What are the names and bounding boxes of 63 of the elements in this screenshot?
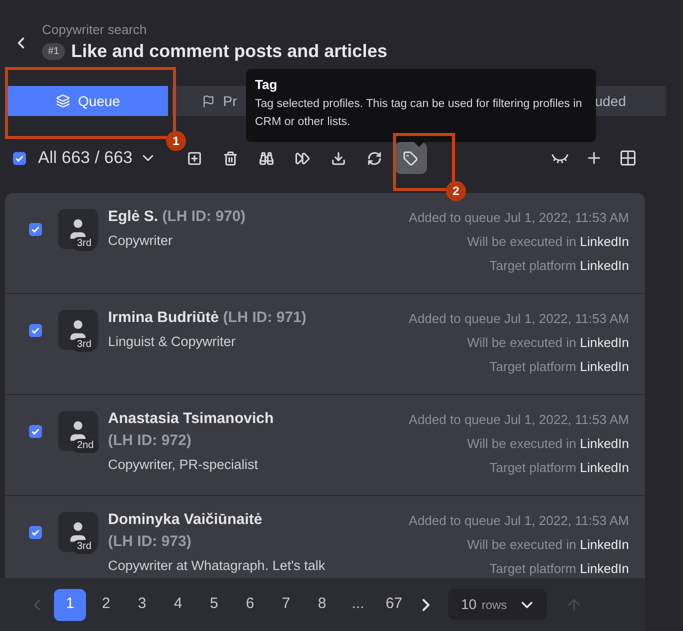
profile-name: Anastasia Tsimanovich (LH ID: 972) — [108, 409, 275, 451]
page-button[interactable]: 67 — [378, 588, 410, 620]
degree-badge: 3rd — [72, 540, 96, 554]
added-date: Added to queue Jul 1, 2022, 11:53 AM — [408, 310, 629, 328]
profile-name: Dominyka Vaičiūnaitė (LH ID: 973) — [108, 510, 264, 552]
profile-name: Irmina Budriūtė (LH ID: 971) — [108, 308, 308, 328]
page-button[interactable]: 8 — [306, 588, 338, 620]
add-icon — [187, 150, 202, 166]
page-button[interactable]: 6 — [234, 588, 266, 620]
selection-dropdown[interactable]: All 663 / 663 — [38, 145, 157, 171]
degree-badge: 2nd — [72, 439, 99, 453]
page-button[interactable]: ... — [342, 588, 374, 620]
step-badge: 2 — [446, 181, 466, 201]
execution-info: Will be executed in LinkedIn — [467, 435, 629, 453]
checkbox[interactable] — [13, 152, 26, 164]
added-date: Added to queue Jul 1, 2022, 11:53 AM — [408, 209, 629, 227]
plus-icon[interactable] — [585, 149, 603, 167]
profile-headline: Linguist & Copywriter — [108, 333, 237, 351]
profile-row[interactable]: 2nd Anastasia Tsimanovich (LH ID: 972) Copywriter, PR-specialist Added to queue Jul 1, 2022, 11:53 AM Will be executed in LinkedIn Target platform LinkedIn — [5, 395, 645, 496]
page-button[interactable]: 3 — [126, 588, 158, 620]
step-badge: 1 — [166, 131, 186, 151]
tooltip-text: Tag selected profiles. This tag can be used for filtering profiles in CRM or other lists. — [255, 96, 584, 130]
profile-headline: Copywriter at Whatagraph. Let's talk — [108, 557, 323, 575]
download-icon — [331, 150, 346, 166]
execution-info: Will be executed in LinkedIn — [467, 233, 629, 251]
tag-button[interactable] — [394, 142, 427, 174]
tag-icon — [403, 150, 418, 166]
page-button[interactable]: 1 — [54, 588, 86, 620]
page-button[interactable]: 7 — [270, 588, 302, 620]
profile-headline: Copywriter — [108, 232, 174, 250]
checkbox[interactable] — [29, 425, 42, 438]
target-platform: Target platform LinkedIn — [490, 358, 629, 376]
checkbox[interactable] — [29, 324, 42, 337]
flag-icon — [202, 94, 215, 108]
execution-info: Will be executed in LinkedIn — [467, 334, 629, 352]
target-platform: Target platform LinkedIn — [490, 257, 629, 275]
added-date: Added to queue Jul 1, 2022, 11:53 AM — [408, 512, 629, 530]
added-date: Added to queue Jul 1, 2022, 11:53 AM — [408, 411, 629, 429]
execution-info: Will be executed in LinkedIn — [467, 536, 629, 554]
checkbox[interactable] — [29, 526, 42, 539]
page-title: Like and comment posts and articles — [71, 40, 388, 63]
target-platform: Target platform LinkedIn — [490, 459, 629, 477]
binoculars-icon — [259, 150, 274, 166]
rows-per-page-dropdown[interactable]: 10 rows — [448, 589, 547, 620]
page-button[interactable]: 2 — [90, 588, 122, 620]
tooltip-title: Tag — [255, 76, 278, 94]
trash-icon — [223, 150, 238, 166]
profile-headline: Copywriter, PR-specialist — [108, 456, 260, 474]
profile-row[interactable]: 3rd Irmina Budriūtė (LH ID: 971) Linguist & Copywriter Added to queue Jul 1, 2022, 11:53 AM Will be executed in LinkedIn Target platform LinkedIn — [5, 294, 645, 395]
target-platform: Target platform LinkedIn — [490, 560, 629, 578]
tab[interactable]: Queue — [8, 86, 168, 116]
fast-forward-icon — [295, 150, 310, 166]
subtitle: Copywriter search — [42, 22, 148, 38]
number-badge: #1 — [42, 42, 66, 60]
checkbox[interactable] — [29, 223, 42, 236]
stack-icon — [56, 94, 70, 108]
page-button[interactable]: 4 — [162, 588, 194, 620]
profile-name: Eglė S. (LH ID: 970) — [108, 207, 247, 227]
page-button[interactable]: 5 — [198, 588, 230, 620]
refresh-icon — [367, 150, 382, 166]
degree-badge: 3rd — [72, 338, 96, 352]
grid-icon[interactable] — [619, 149, 637, 167]
degree-badge: 3rd — [72, 237, 96, 251]
